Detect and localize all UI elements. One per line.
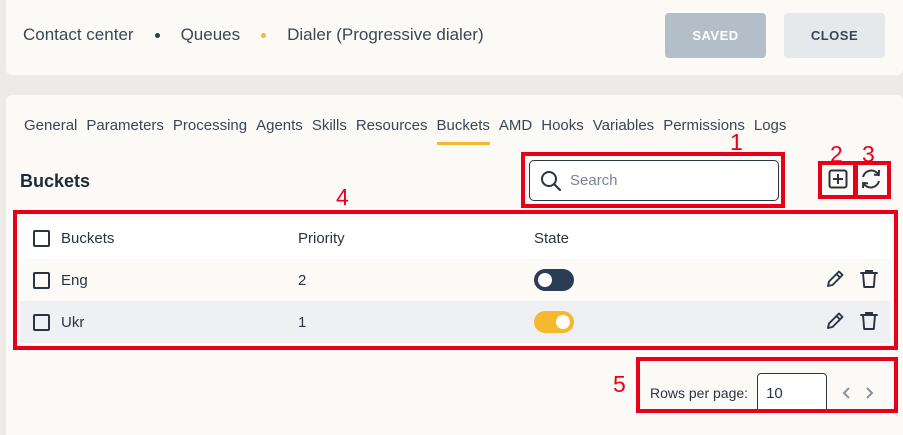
tab-buckets[interactable]: Buckets bbox=[436, 117, 490, 145]
column-header-buckets[interactable]: Buckets bbox=[61, 230, 298, 247]
breadcrumb-current: Dialer (Progressive dialer) bbox=[287, 25, 484, 44]
tab-logs[interactable]: Logs bbox=[754, 117, 787, 145]
table-row[interactable]: Ukr 1 bbox=[20, 301, 890, 343]
top-bar: Contact center Queues Dialer (Progressiv… bbox=[6, 0, 903, 75]
refresh-icon bbox=[859, 167, 883, 196]
pagination: Rows per page: 10 bbox=[650, 373, 875, 413]
buckets-table: Buckets Priority State Eng 2 Ukr 1 bbox=[20, 217, 890, 343]
row-checkbox[interactable] bbox=[33, 271, 50, 289]
tab-hooks[interactable]: Hooks bbox=[541, 117, 584, 145]
breadcrumb: Contact center Queues Dialer (Progressiv… bbox=[23, 25, 484, 45]
section-title: Buckets bbox=[20, 171, 91, 191]
annotation-number-3: 3 bbox=[862, 141, 875, 167]
table-header-row: Buckets Priority State bbox=[20, 217, 890, 259]
annotation-number-5: 5 bbox=[613, 371, 626, 397]
delete-trash-icon[interactable] bbox=[858, 310, 880, 336]
edit-pencil-icon[interactable] bbox=[824, 310, 846, 336]
breadcrumb-separator-dot bbox=[154, 32, 160, 38]
edit-pencil-icon[interactable] bbox=[824, 268, 846, 294]
state-toggle[interactable] bbox=[534, 311, 574, 333]
tab-bar: General Parameters Processing Agents Ski… bbox=[24, 117, 795, 145]
search-input[interactable] bbox=[570, 172, 760, 189]
tab-agents[interactable]: Agents bbox=[256, 117, 303, 145]
rows-per-page-input[interactable]: 10 bbox=[757, 373, 828, 413]
search-icon bbox=[540, 170, 562, 192]
tab-processing[interactable]: Processing bbox=[173, 117, 247, 145]
tab-parameters[interactable]: Parameters bbox=[86, 117, 164, 145]
tab-general[interactable]: General bbox=[24, 117, 77, 145]
state-toggle[interactable] bbox=[534, 269, 574, 291]
chevron-left-icon[interactable] bbox=[841, 386, 853, 400]
refresh-button[interactable] bbox=[859, 167, 883, 196]
column-header-priority[interactable]: Priority bbox=[298, 230, 534, 247]
bucket-name: Eng bbox=[61, 271, 88, 289]
add-square-icon bbox=[828, 169, 848, 194]
delete-trash-icon[interactable] bbox=[858, 268, 880, 294]
breadcrumb-queues[interactable]: Queues bbox=[181, 25, 241, 45]
rows-per-page-label: Rows per page: bbox=[650, 385, 749, 401]
row-checkbox[interactable] bbox=[33, 313, 50, 331]
breadcrumb-contact-center[interactable]: Contact center bbox=[23, 25, 134, 45]
add-bucket-button[interactable] bbox=[827, 169, 849, 194]
select-all-checkbox[interactable] bbox=[33, 229, 50, 247]
table-row[interactable]: Eng 2 bbox=[20, 259, 890, 301]
bucket-name: Ukr bbox=[61, 313, 85, 331]
annotation-number-4: 4 bbox=[336, 184, 349, 210]
search-field[interactable] bbox=[529, 160, 779, 201]
annotation-number-2: 2 bbox=[830, 141, 843, 167]
breadcrumb-separator-dot bbox=[261, 32, 267, 38]
annotation-number-1: 1 bbox=[730, 129, 743, 155]
bucket-priority: 2 bbox=[298, 271, 307, 289]
tab-skills[interactable]: Skills bbox=[312, 117, 347, 145]
close-button[interactable]: CLOSE bbox=[784, 13, 885, 58]
bucket-priority: 1 bbox=[298, 313, 307, 331]
tab-variables[interactable]: Variables bbox=[593, 117, 654, 145]
tab-resources[interactable]: Resources bbox=[356, 117, 428, 145]
column-header-state[interactable]: State bbox=[534, 230, 569, 247]
tab-amd[interactable]: AMD bbox=[499, 117, 532, 145]
chevron-right-icon[interactable] bbox=[863, 386, 875, 400]
saved-button[interactable]: SAVED bbox=[665, 13, 766, 58]
